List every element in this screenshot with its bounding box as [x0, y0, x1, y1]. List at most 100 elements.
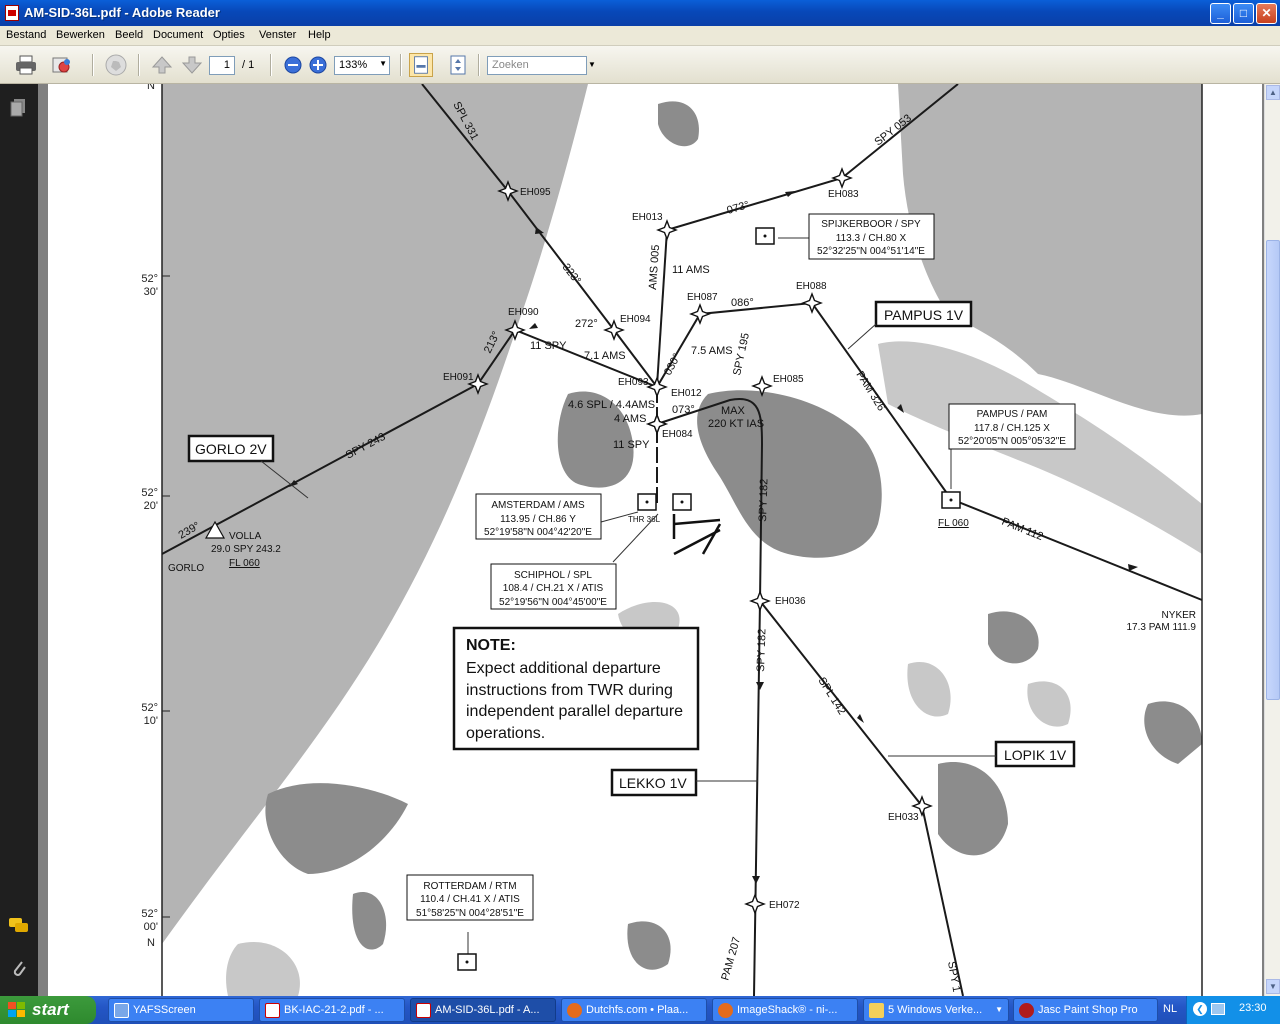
lat-label-min: 30'	[144, 286, 158, 298]
menu-help[interactable]: Help	[308, 29, 331, 41]
print-icon[interactable]	[14, 53, 38, 77]
pampus-fl: FL 060	[938, 518, 969, 529]
menu-venster[interactable]: Venster	[259, 29, 296, 41]
navaid-coord: 51°58'25"N 004°28'51"E	[416, 908, 524, 919]
route-label: 11 SPY	[530, 340, 567, 352]
note-line: Expect additional departure	[466, 660, 661, 677]
scroll-up-icon[interactable]: ▲	[1266, 85, 1280, 100]
chevron-down-icon: ▼	[995, 1005, 1003, 1014]
navaid-freq: 110.4 / CH.41 X / ATIS	[420, 894, 520, 905]
system-tray: ❮ 23:30	[1186, 996, 1280, 1024]
waypoint-label: EH072	[769, 900, 800, 911]
next-page-icon[interactable]	[180, 53, 204, 77]
vertical-scrollbar[interactable]: ▲ ▼	[1264, 84, 1280, 996]
fit-width-icon[interactable]	[409, 53, 433, 77]
navaid-freq: 108.4 / CH.21 X / ATIS	[503, 583, 604, 594]
language-indicator[interactable]: NL	[1163, 1003, 1177, 1015]
waypoint-label: EH083	[828, 189, 859, 200]
north-label-bottom: N	[147, 937, 155, 949]
lat-label-min: 00'	[144, 921, 158, 933]
task-bk-iac-pdf[interactable]: BK-IAC-21-2.pdf - ...	[259, 998, 405, 1022]
taskbar: start YAFSScreen BK-IAC-21-2.pdf - ... A…	[0, 996, 1280, 1024]
start-button[interactable]: start	[0, 996, 96, 1024]
navaid-freq: 113.95 / CH.86 Y	[500, 514, 576, 525]
share-icon[interactable]	[50, 53, 74, 77]
north-label-top: N	[147, 84, 155, 92]
route-label: 7.5 AMS	[691, 345, 733, 357]
attachments-icon[interactable]	[10, 958, 28, 980]
windows-logo-icon	[8, 1002, 25, 1017]
pdf-page[interactable]: N 52° 30' 52° 20' 52° 10' 52° 00' N EH09…	[48, 84, 1262, 996]
waypoint-label: EH090	[508, 307, 539, 318]
minimize-button[interactable]: _	[1210, 3, 1231, 24]
task-dutchfs[interactable]: Dutchfs.com • Plaa...	[561, 998, 707, 1022]
hand-icon[interactable]	[104, 53, 128, 77]
comments-icon[interactable]	[8, 916, 30, 936]
zoom-in-icon[interactable]	[306, 53, 330, 77]
task-label: YAFSScreen	[133, 1004, 196, 1016]
pdf-icon	[416, 1003, 431, 1018]
waypoint-label: EH012	[671, 388, 702, 399]
task-paint-shop-pro[interactable]: Jasc Paint Shop Pro	[1013, 998, 1158, 1022]
menu-bestand[interactable]: Bestand	[6, 29, 46, 41]
route-label: MAX	[721, 405, 746, 417]
network-icon[interactable]	[1211, 1003, 1225, 1015]
search-dropdown-icon[interactable]: ▼	[588, 60, 596, 69]
show-hidden-icons-icon[interactable]: ❮	[1193, 1002, 1207, 1016]
previous-page-icon[interactable]	[150, 53, 174, 77]
title-bar: AM-SID-36L.pdf - Adobe Reader _ □ ✕	[0, 0, 1280, 26]
navaid-name: ROTTERDAM / RTM	[423, 881, 516, 892]
zoom-out-icon[interactable]	[281, 53, 305, 77]
chevron-down-icon: ▼	[379, 59, 387, 68]
menu-beeld[interactable]: Beeld	[115, 29, 143, 41]
zoom-select[interactable]: 133% ▼	[334, 56, 390, 75]
procedure-gorlo-2v: GORLO 2V	[195, 441, 267, 457]
scroll-down-icon[interactable]: ▼	[1266, 979, 1280, 994]
window-title: AM-SID-36L.pdf - Adobe Reader	[24, 5, 220, 20]
route-label: 272°	[575, 318, 598, 330]
lat-label-min: 10'	[144, 715, 158, 727]
task-label: Jasc Paint Shop Pro	[1038, 1004, 1138, 1016]
gorlo-label: GORLO	[168, 563, 204, 574]
search-input[interactable]: Zoeken	[487, 56, 587, 75]
navaid-coord: 52°19'56"N 004°45'00"E	[499, 597, 607, 608]
zoom-value: 133%	[339, 59, 368, 71]
task-label: 5 Windows Verke...	[888, 1004, 983, 1016]
navaid-name: PAMPUS / PAM	[977, 409, 1048, 420]
scroll-thumb[interactable]	[1266, 240, 1280, 700]
navaid-name: AMSTERDAM / AMS	[491, 500, 585, 511]
sid-chart: N 52° 30' 52° 20' 52° 10' 52° 00' N EH09…	[141, 84, 1203, 996]
task-imageshack[interactable]: ImageShack® - ni-...	[712, 998, 858, 1022]
maximize-button[interactable]: □	[1233, 3, 1254, 24]
search-placeholder: Zoeken	[492, 59, 529, 71]
task-yafsscreen[interactable]: YAFSScreen	[108, 998, 254, 1022]
navaid-coord: 52°20'05"N 005°05'32"E	[958, 436, 1066, 447]
waypoint-label: EH084	[662, 429, 693, 440]
menu-opties[interactable]: Opties	[213, 29, 245, 41]
waypoint-label: EH095	[520, 187, 551, 198]
nyker-info: 17.3 PAM 111.9	[1127, 622, 1197, 633]
task-label: ImageShack® - ni-...	[737, 1004, 838, 1016]
task-label: AM-SID-36L.pdf - A...	[435, 1004, 540, 1016]
menu-document[interactable]: Document	[153, 29, 203, 41]
nyker-name: NYKER	[1162, 610, 1196, 621]
waypoint-label: EH094	[620, 314, 651, 325]
navaid-name: SCHIPHOL / SPL	[514, 570, 592, 581]
navaid-coord: 52°32'25"N 004°51'14"E	[817, 246, 925, 257]
task-windows-verkenner[interactable]: 5 Windows Verke... ▼	[863, 998, 1009, 1022]
page-total: / 1	[242, 59, 255, 71]
firefox-icon	[718, 1003, 733, 1018]
page-number-input[interactable]: 1	[209, 56, 235, 75]
clock[interactable]: 23:30	[1239, 1002, 1267, 1014]
task-am-sid-pdf[interactable]: AM-SID-36L.pdf - A...	[410, 998, 556, 1022]
menu-bar: Bestand Bewerken Beeld Document Opties V…	[0, 26, 1280, 46]
waypoint-label: EH013	[632, 212, 663, 223]
pages-icon[interactable]	[10, 98, 28, 118]
navaid-coord: 52°19'58"N 004°42'20"E	[484, 527, 592, 538]
fit-page-icon[interactable]	[446, 53, 470, 77]
close-button[interactable]: ✕	[1256, 3, 1277, 24]
note-line: independent parallel departure	[466, 703, 683, 720]
waypoint-label: EH033	[888, 812, 919, 823]
menu-bewerken[interactable]: Bewerken	[56, 29, 105, 41]
route-label: SPY 182	[755, 628, 769, 672]
